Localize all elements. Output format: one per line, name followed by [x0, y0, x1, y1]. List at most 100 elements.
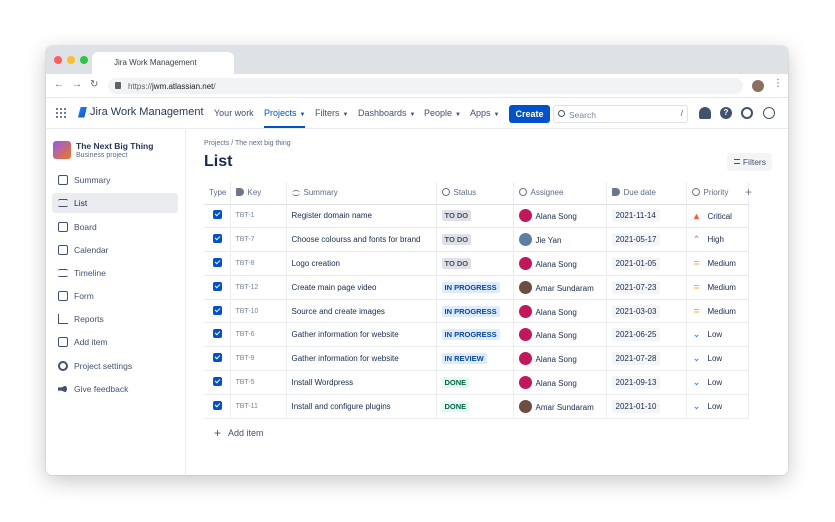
priority-cell[interactable]: ⌄ Low [686, 394, 749, 419]
breadcrumb[interactable]: Projects / The next big thing [204, 140, 291, 147]
issue-summary[interactable]: Source and create images [286, 299, 437, 324]
priority-cell[interactable]: ⌄ Low [686, 346, 749, 372]
column-header-summary[interactable]: Summary [286, 182, 437, 205]
status-cell[interactable]: IN REVIEW [436, 346, 514, 372]
status-badge[interactable]: TO DO [441, 210, 472, 222]
nav-apps[interactable]: Apps ▼ [470, 108, 499, 118]
table-row[interactable]: TBT-9 Gather information for website IN RE… [204, 346, 749, 372]
zoom-window-button[interactable] [80, 56, 88, 64]
due-date-cell[interactable]: 2021-03-03 [606, 299, 687, 324]
table-row[interactable]: TBT-8 Logo creation TO DO Alana Song 2021-01… [204, 251, 749, 276]
issue-key[interactable]: TBT-8 [230, 251, 287, 276]
browser-profile-avatar[interactable] [752, 80, 764, 92]
status-cell[interactable]: TO DO [436, 251, 514, 276]
table-row[interactable]: TBT-11 Install and configure plugins DONE A… [204, 394, 749, 419]
issue-summary[interactable]: Logo creation [286, 251, 437, 276]
reload-icon[interactable]: ↻ [90, 79, 98, 90]
status-cell[interactable]: TO DO [436, 204, 514, 229]
create-button[interactable]: Create [509, 105, 550, 123]
status-cell[interactable]: TO DO [436, 227, 514, 253]
help-icon[interactable]: ? [720, 107, 732, 119]
status-cell[interactable]: DONE [436, 394, 514, 419]
filters-button[interactable]: Filters [727, 153, 772, 171]
add-item-button[interactable]: + Add item [214, 426, 264, 440]
settings-icon[interactable] [741, 107, 753, 119]
issue-key[interactable]: TBT-6 [230, 322, 287, 348]
sidebar-item-calendar[interactable]: Calendar [52, 240, 178, 260]
close-window-button[interactable] [54, 56, 62, 64]
priority-cell[interactable]: = Medium [686, 275, 749, 300]
column-header-priority[interactable]: Priority [686, 182, 749, 205]
table-row[interactable]: TBT-1 Register domain name TO DO Alana Song… [204, 204, 749, 229]
priority-cell[interactable]: = Medium [686, 299, 749, 324]
column-header-key[interactable]: Key [230, 182, 287, 205]
status-badge[interactable]: DONE [441, 400, 470, 412]
due-date-cell[interactable]: 2021-05-17 [606, 227, 687, 253]
status-badge[interactable]: TO DO [441, 257, 472, 269]
status-badge[interactable]: IN PROGRESS [441, 281, 500, 293]
sidebar-item-add-item[interactable]: Add item [52, 332, 178, 352]
add-column-icon[interactable]: + [745, 185, 752, 199]
table-row[interactable]: TBT-10 Source and create images IN PROGRES… [204, 299, 749, 324]
due-date-cell[interactable]: 2021-11-14 [606, 204, 687, 229]
sidebar-item-reports[interactable]: Reports [52, 309, 178, 329]
issue-summary[interactable]: Register domain name [286, 204, 437, 229]
assignee-cell[interactable]: Alana Song [513, 370, 607, 395]
status-cell[interactable]: IN PROGRESS [436, 299, 514, 324]
sidebar-item-give-feedback[interactable]: Give feedback [52, 379, 178, 399]
notifications-icon[interactable] [699, 107, 711, 119]
priority-cell[interactable]: = Medium [686, 251, 749, 276]
due-date-cell[interactable]: 2021-01-05 [606, 251, 687, 276]
sidebar-item-board[interactable]: Board [52, 217, 178, 237]
issue-summary[interactable]: Choose colourss and fonts for brand [286, 227, 437, 253]
issue-summary[interactable]: Install Wordpress [286, 370, 437, 395]
status-badge[interactable]: IN PROGRESS [441, 305, 500, 317]
issue-summary[interactable]: Create main page video [286, 275, 437, 300]
issue-summary[interactable]: Install and configure plugins [286, 394, 437, 419]
task-type-icon[interactable] [213, 257, 222, 267]
priority-cell[interactable]: ⌃ High [686, 227, 749, 253]
sidebar-item-timeline[interactable]: Timeline [52, 263, 178, 283]
task-type-icon[interactable] [213, 305, 222, 315]
column-header-assignee[interactable]: Assignee [513, 182, 607, 205]
status-badge[interactable]: IN PROGRESS [441, 329, 500, 341]
status-cell[interactable]: DONE [436, 370, 514, 395]
browser-menu-icon[interactable]: ⋮ [773, 78, 783, 89]
assignee-cell[interactable]: Alana Song [513, 299, 607, 324]
issue-summary[interactable]: Gather information for website [286, 346, 437, 372]
column-header-type[interactable]: Type [204, 182, 231, 205]
status-cell[interactable]: IN PROGRESS [436, 322, 514, 348]
issue-key[interactable]: TBT-9 [230, 346, 287, 372]
task-type-icon[interactable] [213, 376, 222, 386]
sidebar-item-list[interactable]: List [52, 193, 178, 213]
status-badge[interactable]: IN REVIEW [441, 353, 487, 365]
issue-key[interactable]: TBT-1 [230, 204, 287, 229]
task-type-icon[interactable] [213, 353, 222, 363]
issue-summary[interactable]: Gather information for website [286, 322, 437, 348]
priority-cell[interactable]: ⌄ Low [686, 322, 749, 348]
table-row[interactable]: TBT-7 Choose colourss and fonts for brand… [204, 227, 749, 253]
nav-dashboards[interactable]: Dashboards ▼ [358, 108, 415, 118]
back-arrow-icon[interactable]: ← [54, 79, 64, 90]
sidebar-item-project-settings[interactable]: Project settings [52, 356, 178, 376]
assignee-cell[interactable]: Amar Sundaram [513, 275, 607, 300]
forward-arrow-icon[interactable]: → [72, 79, 82, 90]
column-header-status[interactable]: Status [436, 182, 514, 205]
browser-tab[interactable]: Jira Work Management [92, 52, 234, 74]
profile-icon[interactable] [763, 107, 775, 119]
assignee-cell[interactable]: Alana Song [513, 322, 607, 348]
due-date-cell[interactable]: 2021-06-25 [606, 322, 687, 348]
task-type-icon[interactable] [213, 210, 222, 220]
priority-cell[interactable]: ▲ Critical [686, 204, 749, 229]
task-type-icon[interactable] [213, 281, 222, 291]
due-date-cell[interactable]: 2021-07-23 [606, 275, 687, 300]
issue-key[interactable]: TBT-5 [230, 370, 287, 395]
assignee-cell[interactable]: Alana Song [513, 204, 607, 229]
search-input[interactable]: Search / [553, 105, 688, 123]
priority-cell[interactable]: ⌄ Low [686, 370, 749, 395]
due-date-cell[interactable]: 2021-07-28 [606, 346, 687, 372]
url-field[interactable]: https://jwm.atlassian.net/ [108, 78, 743, 94]
due-date-cell[interactable]: 2021-01-10 [606, 394, 687, 419]
table-row[interactable]: TBT-5 Install Wordpress DONE Alana Song 2021… [204, 370, 749, 395]
task-type-icon[interactable] [213, 329, 222, 339]
